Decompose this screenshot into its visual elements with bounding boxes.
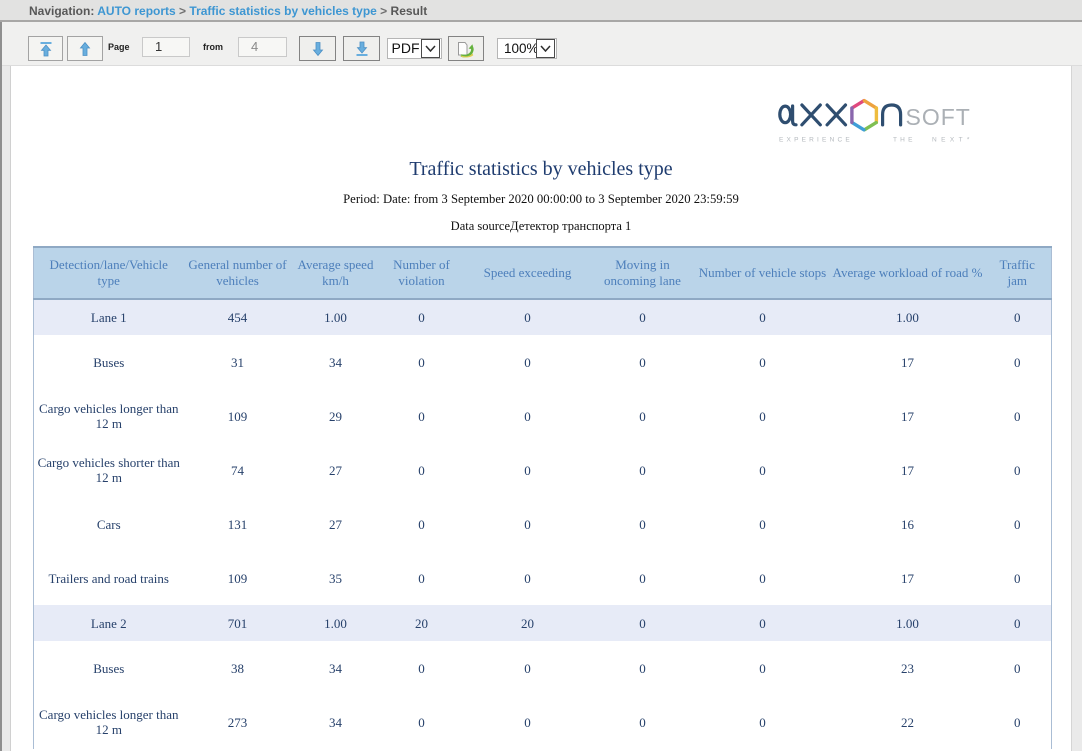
svg-text:THE: THE [893, 137, 916, 144]
svg-text:SOFT: SOFT [906, 104, 971, 130]
svg-text:NEXT*: NEXT* [932, 137, 974, 144]
svg-text:EXPERIENCE: EXPERIENCE [779, 137, 853, 144]
